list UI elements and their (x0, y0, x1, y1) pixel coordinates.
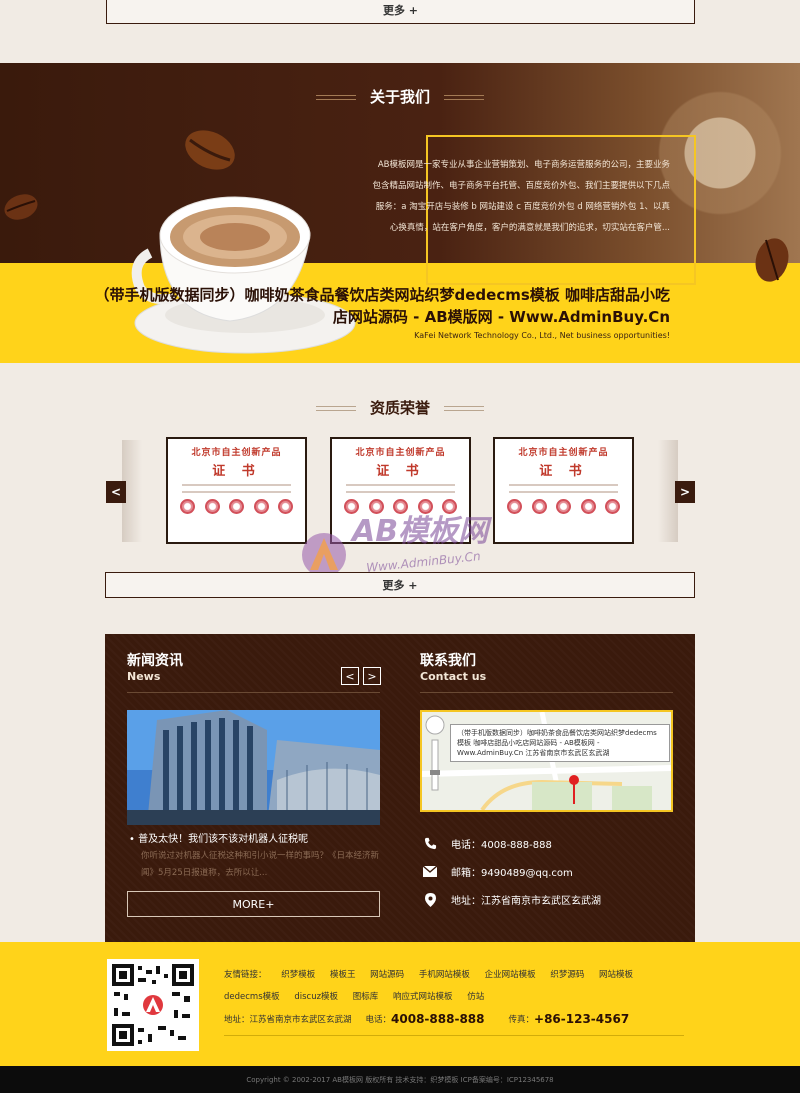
chevron-left-icon: < (110, 485, 122, 499)
about-title-wrap: 关于我们 (316, 85, 484, 107)
map-marker-icon (569, 775, 579, 804)
news-contact-panel: 新闻资讯 News < > 普及太快！我们该不该对机器人征税呢 你听说过对机器人… (105, 634, 695, 942)
honor-title: 资质荣誉 (369, 398, 430, 417)
carousel-next-button[interactable]: > (675, 481, 695, 503)
watermark-brand: AB模板网 (352, 514, 489, 549)
friend-link[interactable]: 仿站 (467, 992, 484, 1002)
news-title-en: News (127, 670, 161, 683)
friend-link[interactable]: 企业网站模板 (485, 970, 536, 980)
friend-link[interactable]: discuz模板 (294, 992, 338, 1002)
chevron-left-icon: < (345, 669, 355, 683)
carousel-prev-button[interactable]: < (106, 481, 126, 503)
map-zoom-control-icon[interactable] (424, 714, 446, 794)
contact-title: 联系我们 (420, 653, 476, 669)
chevron-right-icon: > (367, 669, 377, 683)
copyright-bar: Copyright © 2002-2017 AB模板网 版权所有 技术支持：织梦… (0, 1066, 800, 1093)
contact-address-row: 地址：江苏省南京市玄武区玄武湖 (423, 892, 601, 907)
friend-link[interactable]: 响应式网站模板 (393, 992, 453, 1002)
contact-email: 邮箱：9490489@qq.com (451, 868, 573, 879)
friend-link[interactable]: 图标库 (353, 992, 379, 1002)
contact-title-en: Contact us (420, 670, 487, 683)
contact-phone-row: 电话：4008-888-888 (423, 836, 552, 851)
footer-address: 地址：江苏省南京市玄武区玄武湖 (224, 1015, 352, 1025)
coffee-bean-icon (4, 194, 38, 220)
news-divider (127, 692, 380, 693)
honor-title-wrap: 资质荣誉 (316, 396, 484, 418)
news-thumbnail-image[interactable] (127, 710, 380, 825)
contact-address: 地址：江苏省南京市玄武区玄武湖 (451, 896, 601, 907)
about-description: AB模板网是一家专业从事企业营销策划、电子商务运营服务的公司，主要业务包含精品网… (372, 160, 670, 233)
certificate-stamps (176, 499, 297, 514)
chevron-right-icon: > (679, 485, 691, 499)
about-headline: （带手机版数据同步）咖啡奶茶食品餐饮店类网站织梦dedecms模板 咖啡店甜品小… (94, 286, 671, 326)
certificate-title: 证 书 (376, 464, 425, 479)
map-popup: （带手机版数据同步）咖啡奶茶食品餐饮店类网站织梦dedecms模板 咖啡店甜品小… (450, 724, 670, 762)
certificate-text-lines (340, 484, 461, 493)
certificate-heading: 北京市自主创新产品 (355, 448, 446, 458)
news-more-button[interactable]: MORE+ (127, 891, 380, 917)
contact-map[interactable]: （带手机版数据同步）咖啡奶茶食品餐饮店类网站织梦dedecms模板 咖啡店甜品小… (420, 710, 673, 812)
friend-link[interactable]: dedecms模板 (224, 992, 280, 1002)
contact-email-row: 邮箱：9490489@qq.com (423, 864, 573, 879)
footer-fax: +86-123-4567 (534, 1012, 630, 1026)
about-subtitle: KaFei Network Technology Co., Ltd., Net … (414, 331, 670, 340)
certificate-card[interactable]: 北京市自主创新产品 证 书 (493, 437, 634, 544)
qr-code-image (107, 959, 199, 1051)
coffee-bean-icon (185, 130, 235, 170)
certificate-stamps (503, 499, 624, 514)
about-title: 关于我们 (369, 87, 430, 106)
friend-link[interactable]: 织梦源码 (550, 970, 584, 980)
contact-phone: 电话：4008-888-888 (451, 840, 552, 851)
footer-phone-label: 电话： (365, 1015, 392, 1025)
certificate-heading: 北京市自主创新产品 (518, 448, 609, 458)
location-pin-icon (423, 892, 437, 907)
news-next-button[interactable]: > (363, 667, 381, 685)
footer-fax-label: 传真： (508, 1015, 535, 1025)
news-item-title[interactable]: 普及太快！我们该不该对机器人征税呢 (129, 830, 308, 845)
friend-link[interactable]: 网站模板 (599, 970, 633, 980)
certificate-title: 证 书 (539, 464, 588, 479)
news-item-description: 你听说过对机器人征税这种和引小说一样的事吗？《日本经济新闻》5月25日报道称，去… (141, 851, 380, 878)
footer-contact-line: 地址：江苏省南京市玄武区玄武湖 电话： 4008-888-888 传真： +86… (224, 1012, 629, 1026)
contact-divider (420, 692, 673, 693)
certificate-heading: 北京市自主创新产品 (191, 448, 282, 458)
certificate-text-lines (503, 484, 624, 493)
friend-link[interactable]: 网站源码 (370, 970, 404, 980)
honor-more-button[interactable]: 更多 + (105, 572, 695, 598)
top-more-button[interactable]: 更多 + (106, 0, 695, 24)
mail-icon (423, 865, 437, 879)
friend-link[interactable]: 织梦模板 (281, 970, 315, 980)
news-prev-button[interactable]: < (341, 667, 359, 685)
footer: 友情链接： 织梦模板 模板王 网站源码 手机网站模板 企业网站模板 织梦源码 网… (0, 942, 800, 1066)
friend-links: 友情链接： 织梦模板 模板王 网站源码 手机网站模板 企业网站模板 织梦源码 网… (224, 964, 684, 1008)
about-section: 关于我们 AB模板网是一家专业从事企业营销策划、电子商务运营服务的公司，主要业务… (0, 63, 800, 363)
footer-divider (224, 1035, 684, 1036)
phone-icon (423, 837, 437, 851)
coffee-bean-icon (755, 238, 789, 282)
friend-link[interactable]: 手机网站模板 (419, 970, 470, 980)
certificate-card[interactable]: 北京市自主创新产品 证 书 (166, 437, 307, 544)
friend-link[interactable]: 模板王 (330, 970, 356, 980)
news-title: 新闻资讯 (127, 653, 183, 669)
footer-phone: 4008-888-888 (391, 1012, 485, 1026)
certificate-title: 证 书 (212, 464, 261, 479)
friend-links-label: 友情链接： (224, 970, 267, 980)
certificate-text-lines (176, 484, 297, 493)
